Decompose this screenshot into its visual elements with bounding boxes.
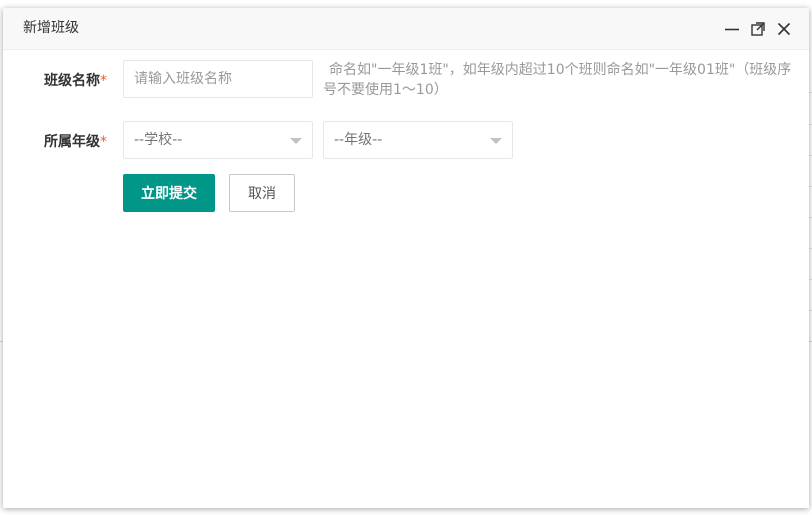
grade-label: 所属年级* xyxy=(3,131,107,151)
submit-button[interactable]: 立即提交 xyxy=(123,174,215,212)
chevron-down-icon xyxy=(490,138,502,144)
maximize-icon[interactable] xyxy=(751,21,765,36)
required-mark: * xyxy=(100,134,107,150)
chevron-down-icon xyxy=(290,138,302,144)
school-select-value: --学校-- xyxy=(134,132,183,148)
grade-select[interactable]: --年级-- xyxy=(323,121,513,159)
class-name-label: 班级名称* xyxy=(3,70,107,90)
class-name-input[interactable] xyxy=(123,60,313,98)
dialog-window-controls xyxy=(725,8,791,49)
minimize-icon[interactable] xyxy=(725,22,739,36)
required-mark: * xyxy=(100,73,107,89)
class-name-hint-line1: 命名如"一年级1班"，如年级内超过10个班则命名如"一年级01班"（班级序 xyxy=(329,62,792,78)
class-name-hint-line2: 号不要使用1～10） xyxy=(323,82,448,98)
class-name-label-text: 班级名称 xyxy=(44,73,100,89)
cancel-button[interactable]: 取消 xyxy=(229,174,295,212)
add-class-dialog: 新增班级 班级名称* 请输入班级名称 命名如"一年级1班"，如年级内超过10个班… xyxy=(3,8,809,508)
school-select[interactable]: --学校-- xyxy=(123,121,313,159)
dialog-title: 新增班级 xyxy=(23,20,79,36)
dialog-header: 新增班级 xyxy=(3,8,809,50)
grade-select-value: --年级-- xyxy=(334,132,383,148)
class-name-hint: 命名如"一年级1班"，如年级内超过10个班则命名如"一年级01班"（班级序 号不… xyxy=(323,60,791,100)
close-icon[interactable] xyxy=(777,22,791,36)
grade-label-text: 所属年级 xyxy=(44,134,100,150)
